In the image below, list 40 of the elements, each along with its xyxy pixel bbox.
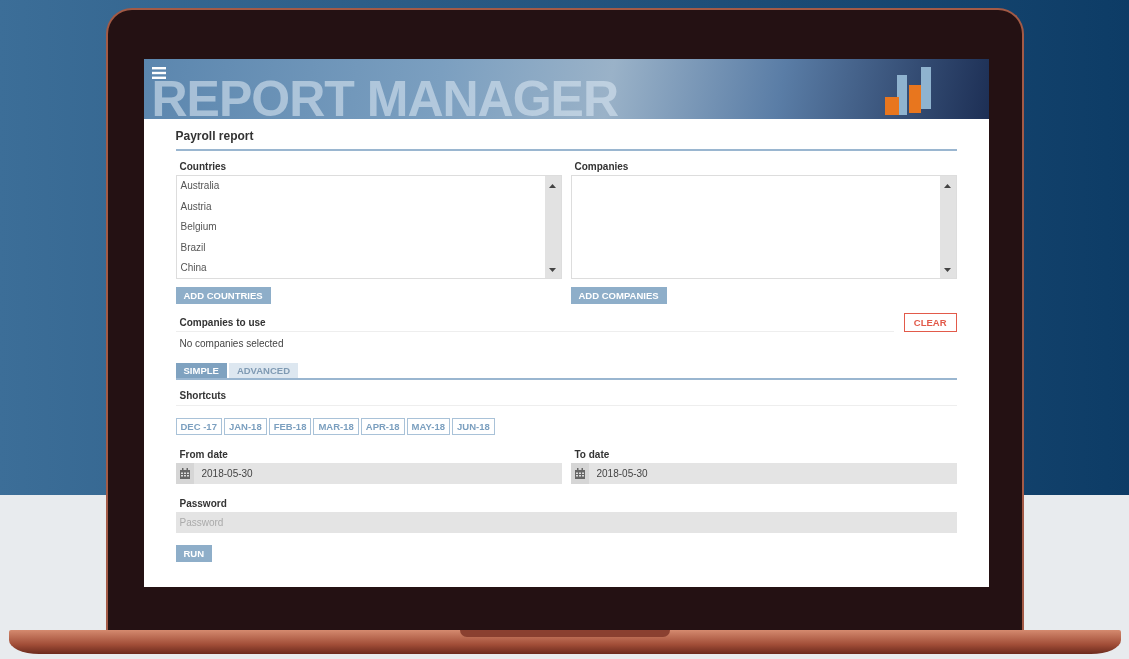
list-item[interactable]: Belgium: [176, 221, 545, 242]
field-label: Password: [178, 498, 228, 511]
list-item[interactable]: Australia: [176, 180, 545, 201]
field-label: Companies: [573, 161, 630, 174]
add-companies-button[interactable]: ADD COMPANIES: [570, 287, 667, 304]
shortcut-button[interactable]: MAR-18: [313, 418, 359, 435]
empty-message: No companies selected: [178, 337, 285, 349]
shortcut-button[interactable]: APR-18: [360, 418, 405, 435]
password-field[interactable]: Password: [175, 512, 957, 533]
clear-button[interactable]: CLEAR: [903, 313, 957, 332]
date-field[interactable]: 2018-05-30: [588, 463, 957, 484]
field-label: From date: [178, 449, 229, 462]
run-button[interactable]: RUN: [175, 545, 213, 562]
app-title: REPORT MANAGER: [151, 79, 619, 119]
calendar-icon[interactable]: [570, 463, 589, 484]
tab[interactable]: SIMPLE: [175, 363, 227, 378]
countries-listbox[interactable]: Australia Austria Belgium Brazil China: [175, 175, 562, 279]
menu-icon[interactable]: [151, 67, 166, 79]
add-countries-button[interactable]: ADD COUNTRIES: [175, 287, 271, 304]
scroll-down-icon[interactable]: [549, 268, 556, 272]
scroll-up-icon[interactable]: [549, 184, 556, 188]
shortcut-button[interactable]: DEC -17: [175, 418, 222, 435]
calendar-icon[interactable]: [175, 463, 194, 484]
shortcut-button[interactable]: JUN-18: [452, 418, 495, 435]
scroll-up-icon[interactable]: [944, 184, 951, 188]
scrollbar[interactable]: [544, 176, 561, 278]
section-label: Companies to use: [175, 317, 894, 332]
shortcut-button[interactable]: JAN-18: [223, 418, 267, 435]
page-title: Payroll report: [175, 129, 957, 151]
field-label: To date: [573, 449, 611, 462]
field-label: Countries: [178, 161, 228, 174]
scroll-down-icon[interactable]: [944, 268, 951, 272]
list-item[interactable]: Brazil: [176, 241, 545, 263]
tab[interactable]: ADVANCED: [228, 363, 298, 378]
shortcut-button[interactable]: MAY-18: [406, 418, 451, 435]
scrollbar[interactable]: [939, 176, 956, 278]
date-field[interactable]: 2018-05-30: [193, 463, 562, 484]
shortcut-button[interactable]: FEB-18: [268, 418, 312, 435]
section-label: Shortcuts: [175, 390, 957, 406]
list-item[interactable]: Austria: [176, 200, 545, 222]
